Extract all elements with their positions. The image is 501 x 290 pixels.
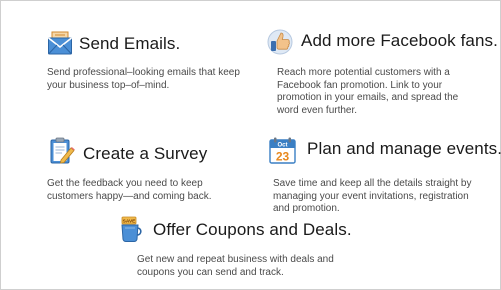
feature-title: Add more Facebook fans. [301,31,498,50]
coupon-mug-icon: SAVE [119,215,145,242]
feature-title: Offer Coupons and Deals. [153,220,352,239]
clipboard-pencil-icon [49,137,75,164]
feature-send-emails[interactable]: Send Emails. Send professional–looking e… [47,27,247,97]
feature-description: Send professional–looking emails that ke… [47,67,240,91]
features-panel: Send Emails. Send professional–looking e… [0,0,501,290]
feature-title: Send Emails. [79,34,181,53]
feature-create-survey[interactable]: Create a Survey Get the feedback you nee… [47,137,247,207]
calendar-day-label: 23 [276,150,290,164]
feature-manage-events[interactable]: Oct 23 Plan and manage events. Save time… [267,135,501,215]
feature-description: Save time and keep all the details strai… [273,178,472,214]
calendar-month-label: Oct [277,143,287,149]
envelope-icon [47,31,73,57]
feature-description: Get the feedback you need to keep custom… [47,178,212,202]
feature-description: Get new and repeat business with deals a… [137,254,334,278]
feature-title: Plan and manage events. [307,139,501,158]
feature-description: Reach more potential customers with a Fa… [277,67,459,116]
feature-facebook-fans[interactable]: Add more Facebook fans. Reach more poten… [267,27,498,116]
feature-offer-coupons[interactable]: SAVE Offer Coupons and Deals. Get new an… [119,213,369,283]
coupon-tag-label: SAVE [123,218,137,224]
calendar-icon: Oct 23 [269,137,296,164]
feature-title: Create a Survey [83,144,208,163]
thumbs-up-icon [267,29,293,55]
